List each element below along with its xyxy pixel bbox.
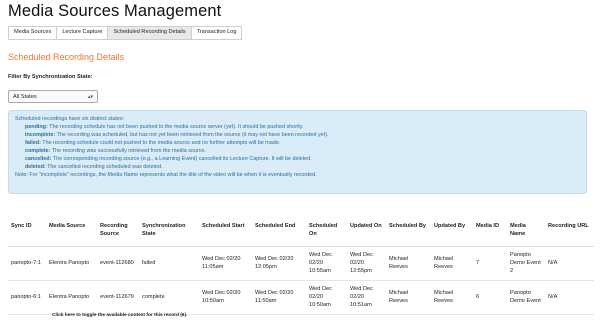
state-item: cancelled: The corresponding recording s… bbox=[25, 155, 580, 163]
sync-state-select[interactable]: All States ▴▾ bbox=[8, 90, 98, 103]
table-header-row: Sync ID Media Source Recording Source Sy… bbox=[8, 220, 594, 247]
cell-sync-state: failed bbox=[139, 246, 199, 281]
cell-scheduled-by: Michael Reeves bbox=[386, 280, 431, 315]
state-item: failed: The recording schedule could not… bbox=[25, 139, 580, 147]
column-header: Scheduled On bbox=[306, 220, 347, 247]
state-item: pending: The recording schedule has not … bbox=[25, 123, 580, 131]
column-header: Updated By bbox=[431, 220, 473, 247]
state-description: The recording was scheduled, but has not… bbox=[55, 132, 329, 138]
column-header: Scheduled End bbox=[252, 220, 306, 247]
info-intro: Scheduled recordings have six distinct s… bbox=[15, 116, 125, 122]
cell-media-name: Panopto Demo Event bbox=[507, 280, 545, 315]
cell-recording-source: event-112679 bbox=[97, 280, 139, 315]
state-description: The recording schedule could not pushed … bbox=[40, 140, 281, 146]
tab-scheduled-recording-details[interactable]: Scheduled Recording Details bbox=[107, 26, 191, 40]
filter-label: Filter By Synchronization State: bbox=[8, 74, 93, 80]
tab-lecture-capture[interactable]: Lecture Capture bbox=[56, 26, 108, 40]
cell-sync-id: panopto-6:1 bbox=[8, 280, 46, 315]
cell-media-source: Elentra Panopto bbox=[46, 246, 97, 281]
cell-updated-by: Michael Reeves bbox=[431, 246, 473, 281]
info-note: Note: For "incomplete" recordings, the M… bbox=[15, 172, 317, 178]
state-description: The cancelled recording scheduled was de… bbox=[45, 164, 163, 170]
state-description: The corresponding recording source (e.g.… bbox=[51, 156, 312, 162]
chevron-up-down-icon: ▴▾ bbox=[87, 93, 93, 100]
state-item: complete: The recording was successfully… bbox=[25, 147, 580, 155]
column-header: Scheduled Start bbox=[199, 220, 252, 247]
tab-media-sources[interactable]: Media Sources bbox=[8, 26, 57, 40]
column-header: Scheduled By bbox=[386, 220, 431, 247]
column-header: Recording URL bbox=[545, 220, 594, 247]
cell-media-source: Elentra Panopto bbox=[46, 280, 97, 315]
tab-transaction-log[interactable]: Transaction Log bbox=[190, 26, 243, 40]
cell-recording-url: N/A bbox=[545, 246, 594, 281]
state-name: pending: bbox=[25, 124, 48, 130]
column-header: Media Name bbox=[507, 220, 545, 247]
tab-bar: Media Sources Lecture Capture Scheduled … bbox=[8, 26, 243, 40]
column-header: Updated On bbox=[347, 220, 386, 247]
table-row[interactable]: panopto-7:1 Elentra Panopto event-112680… bbox=[8, 246, 594, 281]
table-row[interactable]: panopto-6:1 Elentra Panopto event-112679… bbox=[8, 280, 594, 315]
sync-state-select-value: All States bbox=[13, 93, 37, 100]
cell-scheduled-end: Wed Dec 02/20 11:50am bbox=[252, 280, 306, 315]
state-description: The recording was successfully retrieved… bbox=[50, 148, 206, 154]
cell-scheduled-start: Wed Dec 02/20 11:05am bbox=[199, 246, 252, 281]
column-header: Synchronization State bbox=[139, 220, 199, 247]
cell-scheduled-end: Wed Dec 02/20 12:05pm bbox=[252, 246, 306, 281]
section-title: Scheduled Recording Details bbox=[8, 52, 125, 62]
cell-scheduled-on: Wed Dec 02/20 10:50am bbox=[306, 280, 347, 315]
cell-sync-state: complete bbox=[139, 280, 199, 315]
cell-scheduled-on: Wed Dec 02/20 10:55am bbox=[306, 246, 347, 281]
cell-updated-on: Wed Dec 02/20 10:51am bbox=[347, 280, 386, 315]
toggle-context-link[interactable]: Click here to toggle the available conte… bbox=[52, 313, 187, 318]
cell-updated-by: Michael Reeves bbox=[431, 280, 473, 315]
recordings-table: Sync ID Media Source Recording Source Sy… bbox=[8, 220, 594, 315]
cell-updated-on: Wed Dec 02/20 12:55pm bbox=[347, 246, 386, 281]
cell-scheduled-start: Wed Dec 02/20 10:50am bbox=[199, 280, 252, 315]
state-list: pending: The recording schedule has not … bbox=[15, 123, 580, 171]
state-description: The recording schedule has not been push… bbox=[47, 124, 304, 130]
column-header: Recording Source bbox=[97, 220, 139, 247]
cell-media-name: Panopto Demo Event 2 bbox=[507, 246, 545, 281]
page-title: Media Sources Management bbox=[8, 2, 222, 20]
state-name: complete: bbox=[25, 148, 51, 154]
states-info-box: Scheduled recordings have six distinct s… bbox=[8, 110, 587, 194]
cell-scheduled-by: Michael Reeves bbox=[386, 246, 431, 281]
state-name: incomplete: bbox=[25, 132, 56, 138]
column-header: Media ID bbox=[473, 220, 507, 247]
state-item: incomplete: The recording was scheduled,… bbox=[25, 131, 580, 139]
cell-media-id: 7 bbox=[473, 246, 507, 281]
column-header: Media Source bbox=[46, 220, 97, 247]
column-header: Sync ID bbox=[8, 220, 46, 247]
state-item: deleted: The cancelled recording schedul… bbox=[25, 163, 580, 171]
state-name: deleted: bbox=[25, 164, 46, 170]
state-name: failed: bbox=[25, 140, 41, 146]
cell-sync-id: panopto-7:1 bbox=[8, 246, 46, 281]
cell-recording-url: N/A bbox=[545, 280, 594, 315]
state-name: cancelled: bbox=[25, 156, 52, 162]
cell-media-id: 6 bbox=[473, 280, 507, 315]
cell-recording-source: event-112680 bbox=[97, 246, 139, 281]
